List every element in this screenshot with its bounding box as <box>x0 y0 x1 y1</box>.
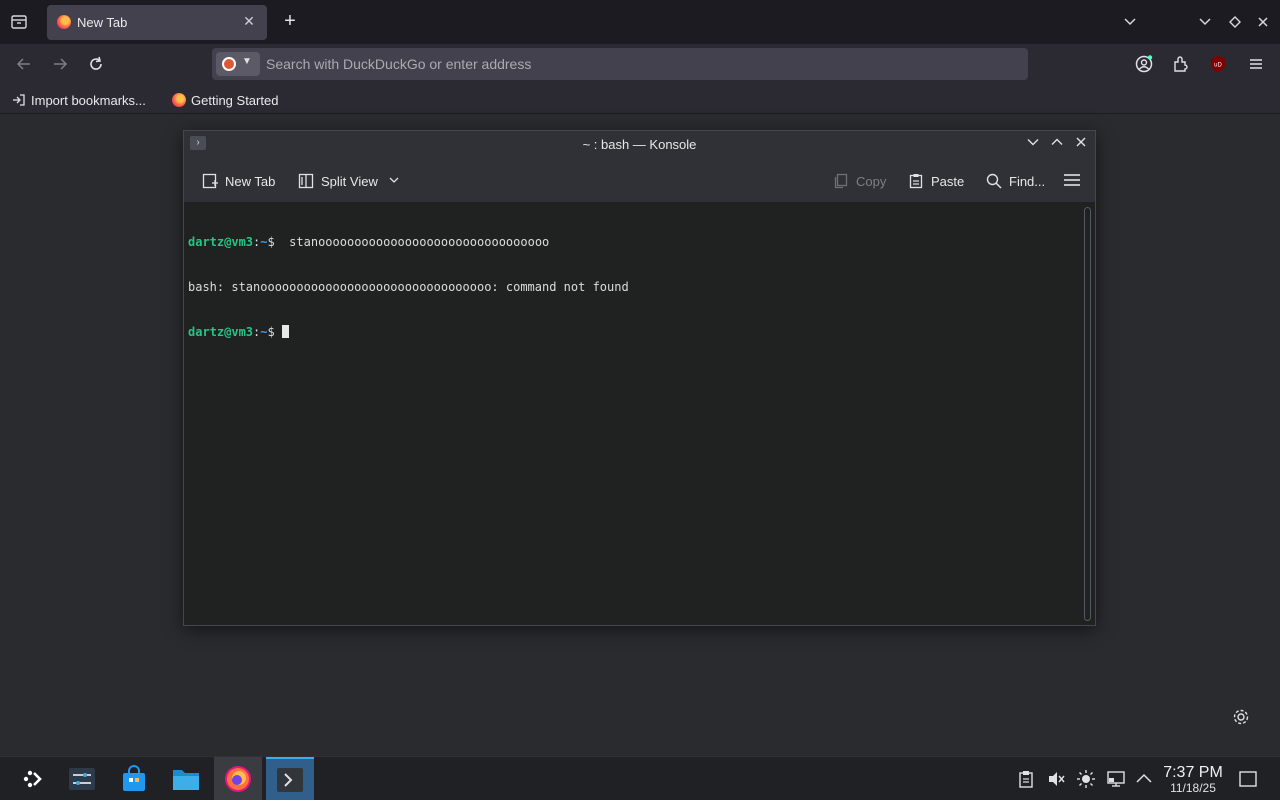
konsole-taskbar-icon[interactable] <box>266 757 314 800</box>
discover-store-icon[interactable] <box>110 757 158 800</box>
network-wired-icon[interactable] <box>1106 769 1126 789</box>
error-output: bash: stanoooooooooooooooooooooooooooooo… <box>188 280 629 294</box>
duckduckgo-icon <box>222 57 236 71</box>
search-icon <box>985 172 1003 190</box>
terminal-line: dartz@vm3:~$ stanooooooooooooooooooooooo… <box>188 235 1080 250</box>
show-hidden-icons-chevron-icon[interactable] <box>1134 769 1154 789</box>
close-icon[interactable] <box>1072 135 1090 153</box>
find-label: Find... <box>1009 173 1046 189</box>
file-manager-icon[interactable] <box>162 757 210 800</box>
new-tab-plus-icon[interactable]: + <box>280 9 300 33</box>
digital-clock[interactable]: 7:37 PM 11/18/25 <box>1160 764 1226 796</box>
split-view-button[interactable]: Split View <box>297 171 400 191</box>
prompt-user: dartz@vm3 <box>188 235 254 249</box>
reload-icon[interactable] <box>86 54 106 74</box>
terminal-line: dartz@vm3:~$ <box>188 325 1080 340</box>
paste-label: Paste <box>931 173 965 189</box>
menu-hamburger-icon <box>1062 171 1082 192</box>
chevron-down-icon[interactable] <box>388 174 400 189</box>
new-tab-button[interactable]: New Tab <box>201 171 275 191</box>
window-close-icon[interactable] <box>1254 13 1272 31</box>
konsole-window: › ~ : bash — Konsole New Tab Split View <box>183 130 1096 626</box>
terminal-output[interactable]: dartz@vm3:~$ stanooooooooooooooooooooooo… <box>184 203 1080 625</box>
find-button[interactable]: Find... <box>985 171 1045 191</box>
maximize-chevron-icon[interactable] <box>1048 135 1066 153</box>
bookmark-getting-started[interactable]: Getting Started <box>172 91 278 109</box>
browser-nav-bar: ▼ uD <box>0 44 1280 84</box>
scrollbar-track[interactable] <box>1084 207 1091 621</box>
ublock-origin-icon[interactable]: uD <box>1208 54 1228 74</box>
taskbar: 7:37 PM 11/18/25 <box>0 756 1280 800</box>
new-tab-label: New Tab <box>225 173 276 189</box>
copy-icon <box>832 172 850 190</box>
paste-icon <box>907 172 925 190</box>
menu-hamburger-icon[interactable] <box>1246 54 1266 74</box>
terminal-line: bash: stanoooooooooooooooooooooooooooooo… <box>188 280 1080 295</box>
window-minimize-icon[interactable] <box>1196 13 1214 31</box>
minimize-chevron-icon[interactable] <box>1024 135 1042 153</box>
prompt-path: ~ <box>260 235 268 249</box>
tab-overflow-chevron-icon[interactable] <box>1121 13 1139 31</box>
paste-button[interactable]: Paste <box>907 171 964 191</box>
prompt-path: ~ <box>260 325 268 339</box>
bookmark-label: Import bookmarks... <box>31 92 146 108</box>
new-tab-icon <box>201 172 219 190</box>
window-maximize-icon[interactable] <box>1226 13 1244 31</box>
address-bar[interactable]: ▼ <box>212 48 1028 80</box>
text-cursor <box>281 325 289 338</box>
split-view-label: Split View <box>321 173 378 189</box>
show-desktop-icon[interactable] <box>1238 769 1258 789</box>
terminal-scrollbar[interactable] <box>1080 203 1095 625</box>
hamburger-menu-button[interactable] <box>1062 171 1082 191</box>
search-engine-button[interactable]: ▼ <box>216 52 260 76</box>
back-arrow-icon[interactable] <box>14 54 34 74</box>
bookmark-import[interactable]: Import bookmarks... <box>12 91 146 109</box>
bookmarks-toolbar: Import bookmarks... Getting Started <box>0 84 1280 114</box>
import-icon <box>12 93 26 107</box>
svg-text:uD: uD <box>1214 63 1222 69</box>
url-input[interactable] <box>266 48 1016 80</box>
konsole-titlebar[interactable]: › ~ : bash — Konsole <box>184 131 1095 157</box>
bookmark-label: Getting Started <box>191 92 279 108</box>
copy-label: Copy <box>856 173 887 189</box>
account-icon[interactable] <box>1134 54 1154 74</box>
firefox-icon <box>172 93 186 107</box>
extensions-puzzle-icon[interactable] <box>1171 54 1191 74</box>
clock-time: 7:37 PM <box>1163 764 1223 781</box>
chevron-down-icon: ▼ <box>242 56 252 67</box>
gear-icon[interactable] <box>1231 707 1251 727</box>
system-settings-icon[interactable] <box>58 757 106 800</box>
list-all-tabs-icon[interactable] <box>9 12 29 32</box>
split-view-icon <box>297 172 315 190</box>
prompt-user: dartz@vm3 <box>188 325 254 339</box>
browser-tab-bar: New Tab ✕ + <box>0 0 1280 44</box>
typed-command: stanoooooooooooooooooooooooooooooooo <box>274 235 550 249</box>
firefox-favicon-icon <box>57 15 71 29</box>
application-launcher-icon[interactable] <box>10 757 58 800</box>
firefox-taskbar-icon[interactable] <box>214 757 262 800</box>
prompt-symbol: $ <box>267 235 275 249</box>
browser-tab[interactable]: New Tab ✕ <box>47 5 267 40</box>
tab-title: New Tab <box>77 15 128 30</box>
clock-date: 11/18/25 <box>1170 781 1216 795</box>
window-title: ~ : bash — Konsole <box>582 137 697 152</box>
typed-command <box>275 325 282 339</box>
brightness-icon[interactable] <box>1076 769 1096 789</box>
forward-arrow-icon[interactable] <box>50 54 70 74</box>
clipboard-icon[interactable] <box>1016 769 1036 789</box>
volume-muted-icon[interactable] <box>1046 769 1066 789</box>
close-tab-icon[interactable]: ✕ <box>241 13 257 31</box>
copy-button[interactable]: Copy <box>832 171 886 191</box>
prompt-symbol: $ <box>267 325 275 339</box>
konsole-toolbar: New Tab Split View Copy Paste Find... <box>184 157 1095 203</box>
